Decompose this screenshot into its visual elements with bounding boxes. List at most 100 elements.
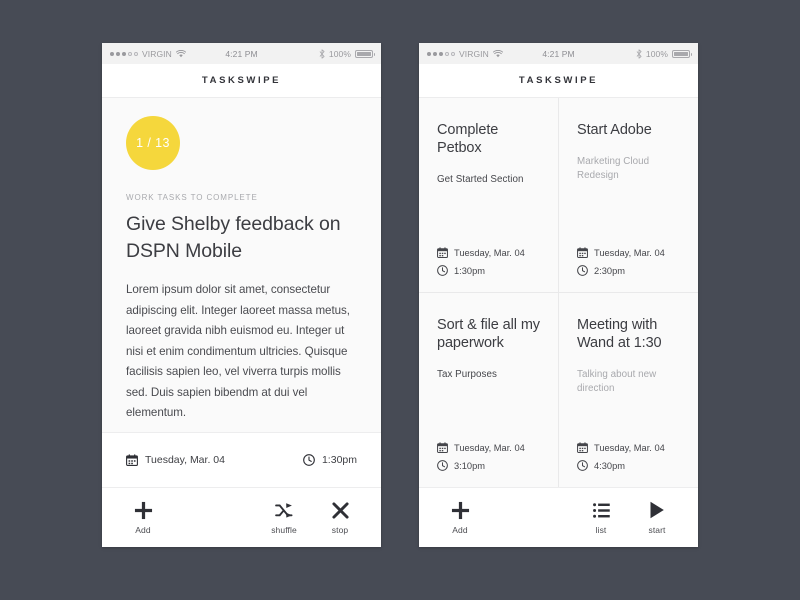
battery-percent-label: 100% — [328, 48, 352, 59]
signal-strength-icon — [427, 51, 455, 56]
calendar-icon — [126, 454, 138, 466]
stop-button[interactable]: stop — [323, 501, 357, 535]
clock-icon — [577, 265, 588, 276]
task-card-time: 2:30pm — [577, 265, 680, 276]
task-card-date-label: Tuesday, Mar. 04 — [454, 442, 525, 453]
shuffle-button-label: shuffle — [271, 524, 297, 535]
task-card-grid: Complete Petbox Get Started Section Tues… — [419, 98, 698, 487]
task-card-subtitle: Get Started Section — [437, 174, 524, 185]
list-button[interactable]: list — [584, 501, 618, 535]
task-card-date-label: Tuesday, Mar. 04 — [594, 442, 665, 453]
plus-icon — [134, 501, 153, 520]
task-card-date: Tuesday, Mar. 04 — [437, 247, 540, 258]
start-button-label: start — [648, 524, 666, 535]
carrier-label: VIRGIN — [459, 48, 489, 59]
task-card-title: Sort & file all my paperwork — [437, 317, 540, 351]
task-card-subtitle: Marketing Cloud Redesign — [577, 156, 650, 181]
calendar-icon — [577, 442, 588, 453]
task-meta-row: Tuesday, Mar. 04 1:30pm — [102, 432, 381, 487]
play-icon — [649, 501, 665, 520]
bluetooth-icon — [319, 48, 325, 59]
status-bar-clock: 4:21 PM — [542, 48, 575, 59]
status-bar-left: VIRGIN — [427, 49, 542, 59]
add-button[interactable]: Add — [443, 501, 477, 535]
list-toolbar: Add list start — [419, 487, 698, 547]
task-card-time: 1:30pm — [437, 265, 540, 276]
signal-strength-icon — [110, 51, 138, 56]
task-card-date: Tuesday, Mar. 04 — [577, 247, 680, 258]
task-card-date-label: Tuesday, Mar. 04 — [594, 247, 665, 258]
task-card-time-label: 4:30pm — [594, 460, 626, 471]
task-card-date: Tuesday, Mar. 04 — [577, 442, 680, 453]
phone-list-screen: VIRGIN 4:21 PM 100% TASKSWIPE Complete P… — [419, 43, 698, 547]
status-bar: VIRGIN 4:21 PM 100% — [102, 43, 381, 64]
task-card-subtitle: Talking about new direction — [577, 369, 657, 394]
stop-button-label: stop — [331, 524, 349, 535]
add-button-label: Add — [135, 524, 151, 535]
task-card[interactable]: Sort & file all my paperwork Tax Purpose… — [419, 293, 558, 487]
task-card[interactable]: Start Adobe Marketing Cloud Redesign Tue… — [559, 98, 698, 292]
calendar-icon — [577, 247, 588, 258]
status-bar-right: 100% — [258, 48, 376, 59]
task-card-meta: Tuesday, Mar. 04 4:30pm — [577, 442, 680, 471]
detail-toolbar: Add shuffle stop — [102, 487, 381, 547]
clock-icon — [437, 460, 448, 471]
status-bar: VIRGIN 4:21 PM 100% — [419, 43, 698, 64]
task-card-date: Tuesday, Mar. 04 — [437, 442, 540, 453]
task-card-meta: Tuesday, Mar. 04 1:30pm — [437, 247, 540, 276]
task-category-label: WORK TASKS TO COMPLETE — [126, 193, 258, 202]
app-header: TASKSWIPE — [419, 64, 698, 98]
task-card-meta: Tuesday, Mar. 04 3:10pm — [437, 442, 540, 471]
close-icon — [331, 501, 349, 520]
clock-icon — [577, 460, 588, 471]
list-button-label: list — [595, 524, 607, 535]
battery-icon — [355, 49, 376, 58]
task-card[interactable]: Complete Petbox Get Started Section Tues… — [419, 98, 558, 292]
task-detail-body: 1 / 13 WORK TASKS TO COMPLETE Give Shelb… — [102, 98, 381, 432]
screenshot-canvas: VIRGIN 4:21 PM 100% TASKSWIPE 1 / 13 WOR… — [0, 0, 800, 600]
task-card-subtitle: Tax Purposes — [437, 369, 497, 380]
add-button[interactable]: Add — [126, 501, 160, 535]
phone-detail-screen: VIRGIN 4:21 PM 100% TASKSWIPE 1 / 13 WOR… — [102, 43, 381, 547]
task-card-time-label: 2:30pm — [594, 265, 626, 276]
task-card-date-label: Tuesday, Mar. 04 — [454, 247, 525, 258]
add-button-label: Add — [452, 524, 468, 535]
task-description: Lorem ipsum dolor sit amet, consectetur … — [126, 283, 350, 419]
task-card-time: 3:10pm — [437, 460, 540, 471]
clock-icon — [437, 265, 448, 276]
app-title: TASKSWIPE — [518, 75, 599, 86]
calendar-icon — [437, 247, 448, 258]
task-title: Give Shelby feedback on DSPN Mobile — [126, 213, 341, 262]
app-header: TASKSWIPE — [102, 64, 381, 98]
task-card-title: Start Adobe — [577, 122, 652, 138]
status-bar-clock: 4:21 PM — [225, 48, 258, 59]
task-date-label: Tuesday, Mar. 04 — [145, 454, 225, 466]
task-card-time-label: 3:10pm — [454, 460, 486, 471]
task-card-meta: Tuesday, Mar. 04 2:30pm — [577, 247, 680, 276]
clock-icon — [303, 454, 315, 466]
task-progress-badge: 1 / 13 — [126, 116, 180, 170]
shuffle-button[interactable]: shuffle — [267, 501, 301, 535]
task-time: 1:30pm — [303, 454, 357, 466]
status-bar-left: VIRGIN — [110, 49, 225, 59]
shuffle-icon — [275, 501, 293, 520]
carrier-label: VIRGIN — [142, 48, 172, 59]
task-card-time-label: 1:30pm — [454, 265, 486, 276]
plus-icon — [451, 501, 470, 520]
task-date: Tuesday, Mar. 04 — [126, 454, 225, 466]
task-card-title: Meeting with Wand at 1:30 — [577, 317, 662, 351]
task-card[interactable]: Meeting with Wand at 1:30 Talking about … — [559, 293, 698, 487]
list-icon — [592, 501, 610, 520]
app-title: TASKSWIPE — [201, 75, 282, 86]
calendar-icon — [437, 442, 448, 453]
bluetooth-icon — [636, 48, 642, 59]
task-card-time: 4:30pm — [577, 460, 680, 471]
battery-percent-label: 100% — [645, 48, 669, 59]
start-button[interactable]: start — [640, 501, 674, 535]
wifi-icon — [492, 49, 503, 58]
status-bar-right: 100% — [575, 48, 693, 59]
wifi-icon — [175, 49, 186, 58]
task-card-title: Complete Petbox — [437, 122, 499, 156]
battery-icon — [672, 49, 693, 58]
task-time-label: 1:30pm — [321, 454, 357, 466]
